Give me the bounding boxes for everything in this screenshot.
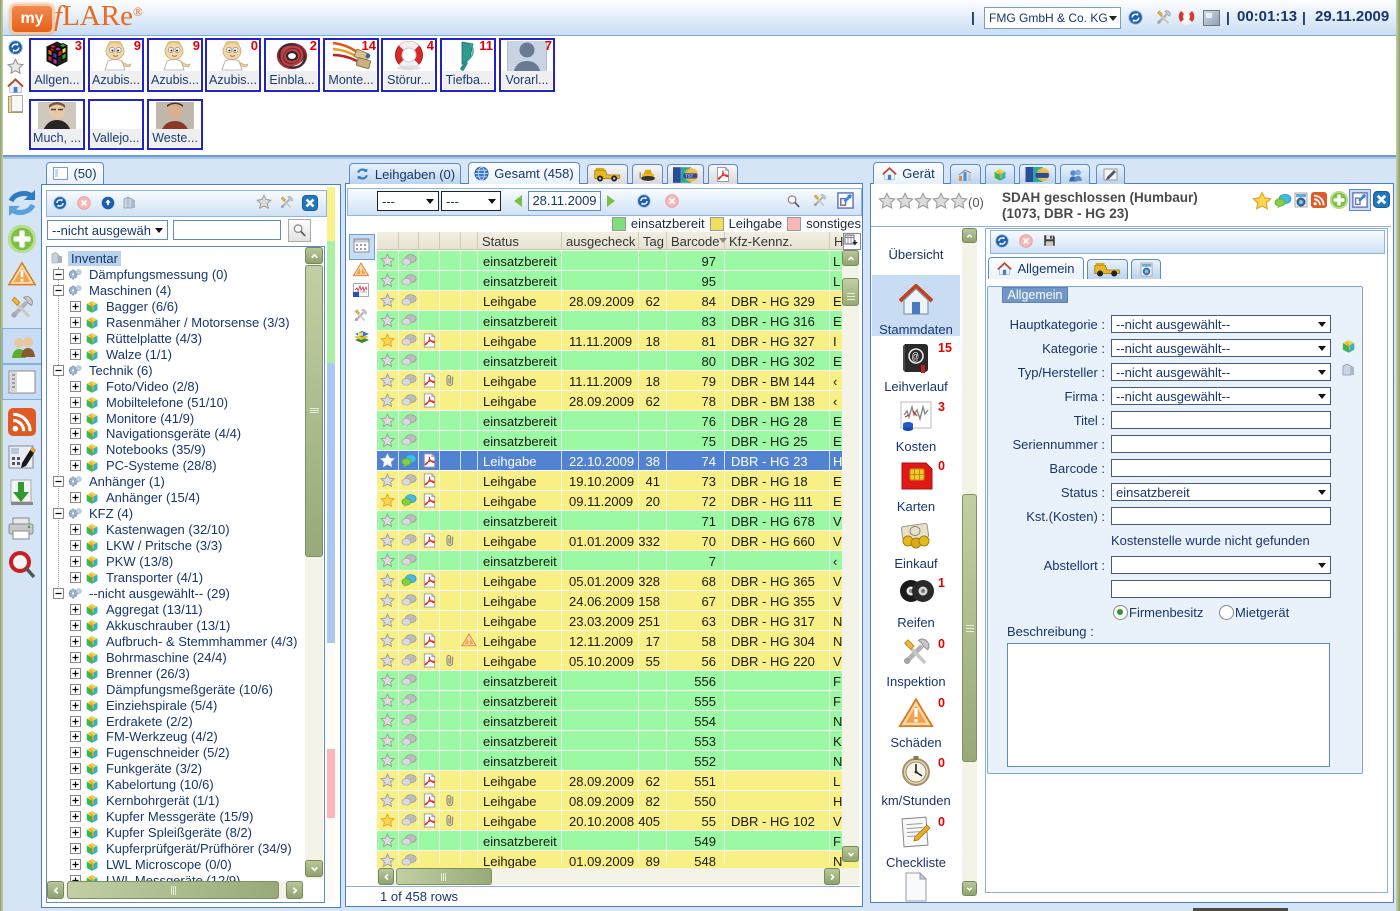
svg-text:@: @	[912, 352, 919, 364]
svg-text:TST: TST	[685, 173, 694, 178]
